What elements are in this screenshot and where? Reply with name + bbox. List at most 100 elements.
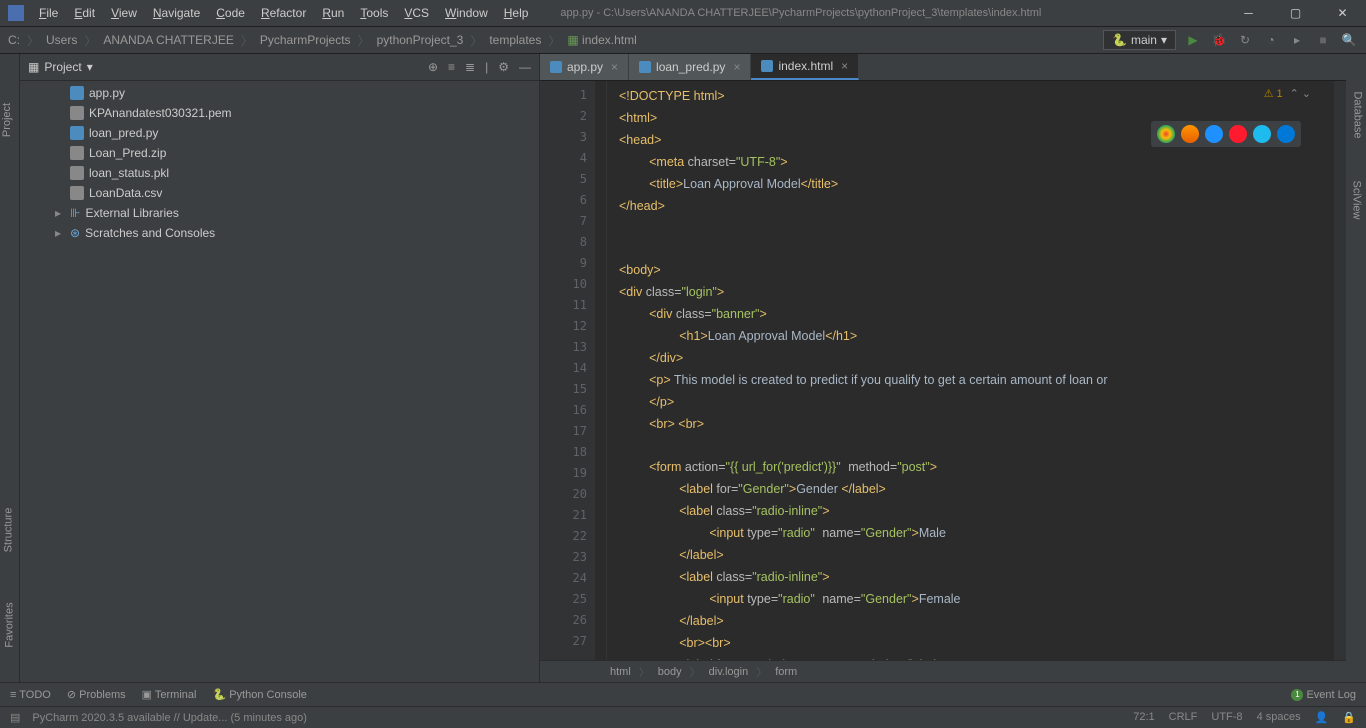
- expand-icon[interactable]: ≡: [448, 60, 455, 74]
- line-ending[interactable]: CRLF: [1169, 711, 1198, 724]
- editor-bc-item[interactable]: div.login: [709, 666, 749, 678]
- main-row: Project Structure Favorites ▦ Project ▾ …: [0, 54, 1366, 682]
- editor-bc-item[interactable]: html: [610, 666, 631, 678]
- fold-column[interactable]: [595, 81, 607, 660]
- project-tool[interactable]: Project: [1, 103, 13, 137]
- tree-item[interactable]: KPAnandatest030321.pem: [20, 103, 539, 123]
- breadcrumb-item[interactable]: templates: [489, 33, 541, 47]
- menu-window[interactable]: Window: [438, 3, 495, 23]
- terminal-tool[interactable]: ▣ Terminal: [142, 688, 197, 701]
- hide-icon[interactable]: —: [519, 60, 531, 74]
- maximize-button[interactable]: ▢: [1272, 0, 1319, 27]
- debug-button[interactable]: 🐞: [1210, 31, 1228, 49]
- settings-icon[interactable]: ⚙: [498, 60, 509, 74]
- file-icon: [70, 186, 84, 200]
- encoding[interactable]: UTF-8: [1211, 711, 1242, 724]
- problems-tool[interactable]: ⊘ Problems: [67, 688, 126, 701]
- menu-help[interactable]: Help: [497, 3, 536, 23]
- project-tree[interactable]: app.pyKPAnandatest030321.pemloan_pred.py…: [20, 81, 539, 245]
- ie-icon[interactable]: [1253, 125, 1271, 143]
- indent[interactable]: 4 spaces: [1257, 711, 1301, 724]
- up-icon[interactable]: ⌃: [1290, 87, 1299, 100]
- tree-item[interactable]: LoanData.csv: [20, 183, 539, 203]
- lock-icon[interactable]: 🔒: [1342, 711, 1356, 724]
- menu-view[interactable]: View: [104, 3, 144, 23]
- minimize-button[interactable]: ─: [1225, 0, 1272, 27]
- hamburger-icon[interactable]: ▤: [10, 711, 20, 724]
- close-icon[interactable]: ×: [611, 60, 618, 74]
- profile-button[interactable]: ◔: [1262, 31, 1280, 49]
- favorites-tool[interactable]: Favorites: [4, 602, 16, 647]
- bottom-toolbar: ≡ TODO ⊘ Problems ▣ Terminal 🐍 Python Co…: [0, 682, 1366, 706]
- firefox-icon[interactable]: [1181, 125, 1199, 143]
- structure-tool[interactable]: Structure: [2, 508, 14, 553]
- menu-code[interactable]: Code: [209, 3, 252, 23]
- menu-run[interactable]: Run: [315, 3, 351, 23]
- file-icon: [70, 106, 84, 120]
- search-icon[interactable]: 🔍: [1340, 31, 1358, 49]
- breadcrumb-item[interactable]: PycharmProjects: [260, 33, 351, 47]
- todo-tool[interactable]: ≡ TODO: [10, 689, 51, 701]
- project-sidebar: ▦ Project ▾ ⊕ ≡ ≣ | ⚙ — app.pyKPAnandate…: [20, 54, 540, 682]
- close-icon[interactable]: ×: [841, 59, 848, 73]
- editor-breadcrumb[interactable]: html〉body〉div.login〉form: [540, 660, 1346, 682]
- editor-bc-item[interactable]: form: [775, 666, 797, 678]
- tree-item[interactable]: Loan_Pred.zip: [20, 143, 539, 163]
- tree-item[interactable]: ▸⊪ External Libraries: [20, 203, 539, 223]
- editor-tabs: app.py×loan_pred.py×index.html×: [540, 54, 1346, 81]
- breadcrumb-item[interactable]: pythonProject_3: [377, 33, 464, 47]
- code-area[interactable]: <!DOCTYPE html> <html> <head> <meta char…: [607, 81, 1346, 660]
- opera-icon[interactable]: [1229, 125, 1247, 143]
- collapse-icon[interactable]: ≣: [465, 60, 475, 74]
- tree-item[interactable]: ▸⊛ Scratches and Consoles: [20, 223, 539, 243]
- tree-item[interactable]: loan_status.pkl: [20, 163, 539, 183]
- close-icon[interactable]: ×: [733, 60, 740, 74]
- tab-loan_pred-py[interactable]: loan_pred.py×: [629, 54, 751, 80]
- menu-file[interactable]: File: [32, 3, 65, 23]
- breadcrumb-item[interactable]: ▦ index.html: [567, 33, 636, 47]
- status-message[interactable]: PyCharm 2020.3.5 available // Update... …: [32, 712, 307, 724]
- safari-icon[interactable]: [1205, 125, 1223, 143]
- right-toolbar: Database SciView: [1346, 54, 1366, 682]
- run-config-selector[interactable]: 🐍 main ▾: [1103, 30, 1176, 50]
- menu-refactor[interactable]: Refactor: [254, 3, 313, 23]
- locate-icon[interactable]: ⊕: [428, 60, 438, 74]
- tab-index-html[interactable]: index.html×: [751, 54, 859, 80]
- intentions-icon[interactable]: 👤: [1315, 711, 1329, 724]
- menu-edit[interactable]: Edit: [67, 3, 102, 23]
- scrollbar[interactable]: [1334, 81, 1346, 660]
- sciview-tool[interactable]: SciView: [1350, 181, 1362, 220]
- warning-icon: ⚠: [1264, 87, 1274, 100]
- tree-item[interactable]: loan_pred.py: [20, 123, 539, 143]
- statusbar: ▤ PyCharm 2020.3.5 available // Update..…: [0, 706, 1366, 728]
- tree-item[interactable]: app.py: [20, 83, 539, 103]
- down-icon[interactable]: ⌄: [1302, 87, 1311, 100]
- breadcrumb[interactable]: C:〉Users〉ANANDA CHATTERJEE〉PycharmProjec…: [8, 32, 637, 49]
- breadcrumb-item[interactable]: ANANDA CHATTERJEE: [103, 33, 233, 47]
- edge-icon[interactable]: [1277, 125, 1295, 143]
- file-icon: [761, 60, 773, 72]
- line-gutter[interactable]: 1234567891011121314151617181920212223242…: [540, 81, 595, 660]
- run-with-coverage-button[interactable]: ↻: [1236, 31, 1254, 49]
- database-tool[interactable]: Database: [1352, 91, 1364, 138]
- menu-navigate[interactable]: Navigate: [146, 3, 207, 23]
- menu-tools[interactable]: Tools: [353, 3, 395, 23]
- menu-vcs[interactable]: VCS: [397, 3, 436, 23]
- stop-button[interactable]: ■: [1314, 31, 1332, 49]
- inspection-indicator[interactable]: ⚠ 1 ⌃ ⌄: [1264, 87, 1311, 100]
- close-button[interactable]: ✕: [1319, 0, 1366, 27]
- library-icon: ⊪: [70, 206, 80, 220]
- project-header: ▦ Project ▾ ⊕ ≡ ≣ | ⚙ —: [20, 54, 539, 81]
- python-console-tool[interactable]: 🐍 Python Console: [212, 688, 306, 701]
- cursor-position[interactable]: 72:1: [1133, 711, 1154, 724]
- event-log[interactable]: 1 Event Log: [1291, 689, 1356, 701]
- run-button[interactable]: ▶: [1184, 31, 1202, 49]
- tab-app-py[interactable]: app.py×: [540, 54, 629, 80]
- attach-button[interactable]: ▸: [1288, 31, 1306, 49]
- project-title[interactable]: ▦ Project ▾: [28, 60, 93, 74]
- breadcrumb-item[interactable]: Users: [46, 33, 77, 47]
- breadcrumb-item[interactable]: C:: [8, 33, 20, 47]
- window-title: app.py - C:\Users\ANANDA CHATTERJEE\Pych…: [560, 7, 1225, 19]
- editor-bc-item[interactable]: body: [658, 666, 682, 678]
- chrome-icon[interactable]: [1157, 125, 1175, 143]
